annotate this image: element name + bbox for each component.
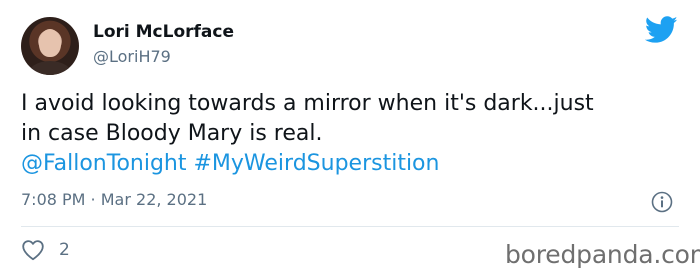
divider [21,226,679,227]
avatar[interactable] [21,17,79,75]
tweet-date[interactable]: Mar 22, 2021 [101,190,208,209]
twitter-bird-icon[interactable] [645,16,678,44]
like-button[interactable]: 2 [21,239,70,261]
meta-separator: · [85,190,101,209]
tweet-line-2: in case Bloody Mary is real. [21,121,323,146]
tweet-text: I avoid looking towards a mirror when it… [21,89,661,179]
tweet-line-1: I avoid looking towards a mirror when it… [21,91,594,116]
like-count: 2 [59,240,70,260]
heart-icon [22,240,44,261]
avatar-shoulder [27,61,73,75]
watermark: boredpanda.com [505,240,700,269]
mention-link[interactable]: @FallonTonight [21,151,187,176]
user-handle[interactable]: @LoriH79 [93,47,171,66]
tweet-time[interactable]: 7:08 PM [21,190,85,209]
hashtag-link[interactable]: #MyWeirdSuperstition [194,151,440,176]
avatar-face [39,29,61,57]
tweet-meta: 7:08 PM · Mar 22, 2021 [21,190,207,209]
tweet-tags-line: @FallonTonight #MyWeirdSuperstition [21,149,661,179]
info-icon[interactable] [651,191,673,213]
user-name[interactable]: Lori McLorface [93,22,234,42]
